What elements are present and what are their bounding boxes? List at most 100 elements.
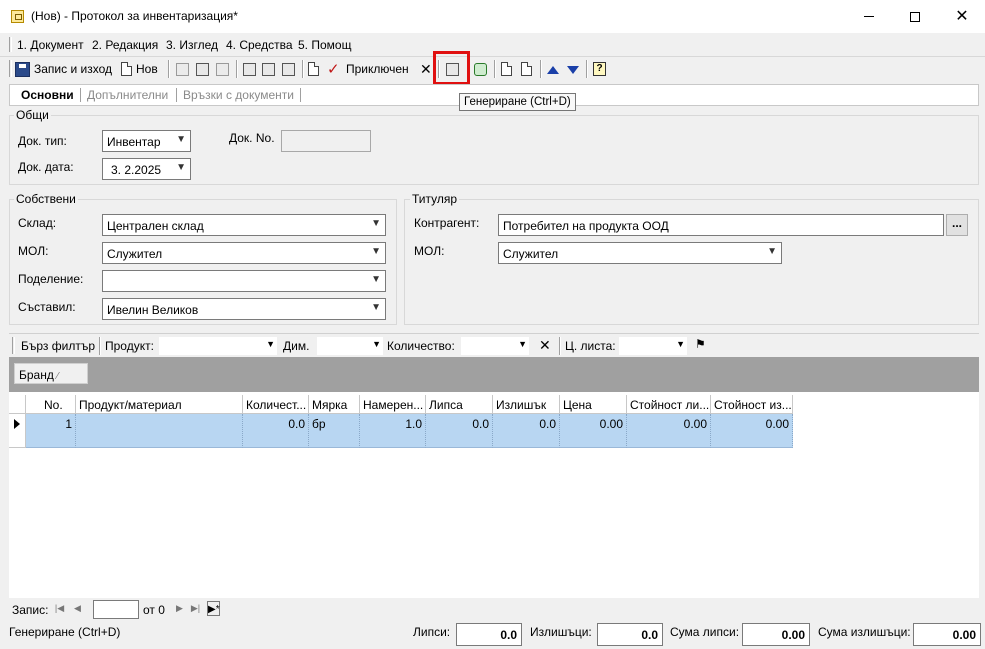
- cell-found[interactable]: 1.0: [360, 414, 426, 448]
- doc-date-label: Док. дата:: [18, 160, 74, 174]
- save-exit-label: Запис и изход: [34, 62, 112, 76]
- record-number-input[interactable]: [93, 600, 139, 619]
- division-select[interactable]: ▼: [102, 270, 386, 292]
- paste-icon: [216, 62, 229, 76]
- table-row[interactable]: 1 0.0 бр 1.0 0.0 0.0 0.00 0.00 0.00: [9, 414, 793, 448]
- menu-view[interactable]: 3. Изглед: [166, 38, 218, 52]
- tab-additional[interactable]: Допълнителни: [87, 88, 168, 102]
- row-pointer-icon: [14, 419, 20, 429]
- menu-document[interactable]: 1. Документ: [17, 38, 84, 52]
- cell-quantity[interactable]: 0.0: [243, 414, 309, 448]
- col-price[interactable]: Цена: [560, 395, 627, 414]
- col-surplus-value[interactable]: Стойност из...: [711, 395, 793, 414]
- last-record-icon[interactable]: ▶|: [189, 601, 202, 616]
- product-filter-select[interactable]: ▼: [159, 337, 277, 355]
- move-down-button[interactable]: [567, 60, 579, 78]
- move-up-button[interactable]: [547, 60, 559, 78]
- cell-surplus[interactable]: 0.0: [493, 414, 560, 448]
- chevron-down-icon: ▼: [176, 162, 186, 173]
- col-surplus[interactable]: Излишък: [493, 395, 560, 414]
- new-document-icon: [121, 62, 132, 76]
- dim-filter-select[interactable]: ▼: [317, 337, 383, 355]
- cell-shortage-value[interactable]: 0.00: [627, 414, 711, 448]
- group-by-brand-chip[interactable]: Бранд ⁄: [14, 363, 88, 384]
- col-product[interactable]: Продукт/материал: [76, 395, 243, 414]
- author-value: Ивелин Великов: [107, 303, 199, 317]
- col-found[interactable]: Намерен...: [360, 395, 426, 414]
- next-record-icon[interactable]: ▶: [173, 601, 186, 616]
- attach-button[interactable]: [282, 60, 295, 78]
- mol-label: МОЛ:: [18, 244, 49, 258]
- partner-field[interactable]: Потребител на продукта ООД: [498, 214, 944, 236]
- minimize-button[interactable]: [846, 0, 892, 33]
- qty-filter-select[interactable]: ▼: [461, 337, 529, 355]
- partner-browse-button[interactable]: ...: [946, 214, 968, 236]
- warehouse-select[interactable]: Централен склад ▼: [102, 214, 386, 236]
- doc-type-value: Инвентар: [107, 135, 161, 149]
- chevron-down-icon: ▼: [371, 274, 381, 285]
- first-record-icon[interactable]: |◀: [53, 601, 66, 616]
- holder-mol-select[interactable]: Служител ▼: [498, 242, 782, 264]
- run-filter-icon[interactable]: ⚑: [695, 337, 706, 351]
- tab-main[interactable]: Основни: [21, 88, 74, 102]
- group-by-panel: Бранд ⁄: [9, 357, 979, 391]
- highlight-box: [433, 51, 470, 85]
- menu-edit[interactable]: 2. Редакция: [92, 38, 158, 52]
- cell-product[interactable]: [76, 414, 243, 448]
- col-unit[interactable]: Мярка: [309, 395, 360, 414]
- own-group-title: Собствени: [14, 192, 78, 206]
- edit-button[interactable]: [308, 60, 319, 78]
- doc-type-select[interactable]: Инвентар ▼: [102, 130, 191, 152]
- cell-no[interactable]: 1: [26, 414, 76, 448]
- product-filter-label: Продукт:: [105, 339, 154, 353]
- status-text: Генериране (Ctrl+D): [9, 625, 121, 639]
- items-grid: No. Продукт/материал Количест... Мярка Н…: [9, 391, 979, 601]
- doc-no-field[interactable]: [281, 130, 371, 152]
- cell-price[interactable]: 0.00: [560, 414, 627, 448]
- toolbar-separator: [540, 60, 542, 78]
- paste-button[interactable]: [216, 60, 229, 78]
- tab-document-links[interactable]: Връзки с документи: [183, 88, 294, 102]
- copy-line-button[interactable]: [521, 60, 532, 78]
- cell-shortage[interactable]: 0.0: [426, 414, 493, 448]
- mol-select[interactable]: Служител ▼: [102, 242, 386, 264]
- new-line-button[interactable]: [501, 60, 512, 78]
- menu-tools[interactable]: 4. Средства: [226, 38, 293, 52]
- col-shortage-value[interactable]: Стойност ли...: [627, 395, 711, 414]
- col-shortage[interactable]: Липса: [426, 395, 493, 414]
- maximize-icon: [910, 11, 920, 22]
- save-exit-button[interactable]: Запис и изход: [15, 60, 112, 78]
- refresh-button[interactable]: [474, 60, 487, 78]
- maximize-button[interactable]: [892, 0, 938, 33]
- menu-help[interactable]: 5. Помощ: [298, 38, 351, 52]
- help-button[interactable]: ?: [593, 60, 606, 78]
- finish-button[interactable]: ✓ Приключен: [327, 60, 409, 78]
- group-by-brand-label: Бранд: [19, 368, 54, 382]
- close-icon: ✕: [955, 7, 969, 25]
- doc-date-picker[interactable]: 3. 2.2025 ▼: [102, 158, 191, 180]
- print-button[interactable]: [243, 60, 256, 78]
- new-button[interactable]: Нов: [121, 60, 158, 78]
- print-preview-button[interactable]: [262, 60, 275, 78]
- row-indicator-header: [9, 395, 26, 414]
- cut-button[interactable]: [176, 60, 189, 78]
- finish-label: Приключен: [346, 62, 409, 76]
- cell-unit[interactable]: бр: [309, 414, 360, 448]
- copy-button[interactable]: [196, 60, 209, 78]
- shortages-label: Липси:: [413, 625, 451, 639]
- title-bar: (Нов) - Протокол за инвентаризация* ✕: [0, 0, 985, 33]
- chevron-down-icon: ▼: [767, 246, 777, 257]
- close-button[interactable]: ✕: [939, 0, 985, 33]
- clear-filter-button[interactable]: ✕: [539, 337, 551, 354]
- prev-record-icon[interactable]: ◀: [71, 601, 84, 616]
- grid-header: No. Продукт/материал Количест... Мярка Н…: [9, 395, 793, 414]
- toolbar-separator: [494, 60, 496, 78]
- col-quantity[interactable]: Количест...: [243, 395, 309, 414]
- col-no[interactable]: No.: [26, 395, 76, 414]
- price-list-select[interactable]: ▼: [619, 337, 687, 355]
- author-label: Съставил:: [18, 300, 76, 314]
- cell-surplus-value[interactable]: 0.00: [711, 414, 793, 448]
- new-record-icon[interactable]: ▶*: [207, 601, 220, 616]
- sort-icon: ⁄: [56, 371, 59, 382]
- author-select[interactable]: Ивелин Великов ▼: [102, 298, 386, 320]
